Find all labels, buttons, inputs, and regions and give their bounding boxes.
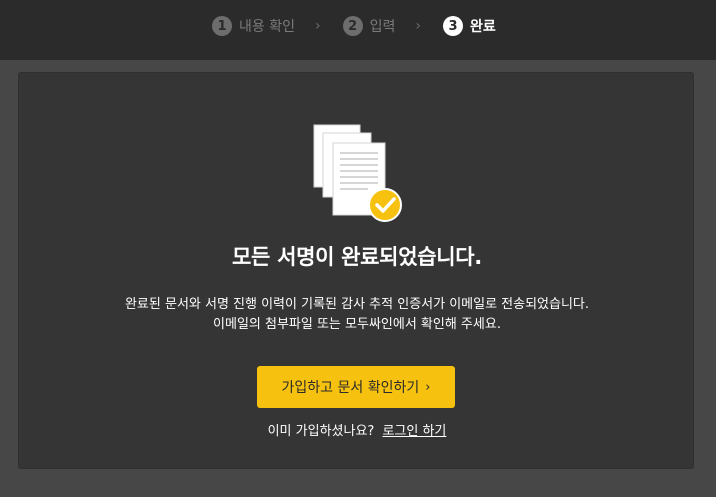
chevron-right-icon: › (415, 18, 421, 34)
chevron-right-icon: › (314, 18, 321, 34)
chevron-right-icon: › (425, 379, 431, 395)
description-line-2: 이메일의 첨부파일 또는 모두싸인에서 확인해 주세요. (213, 317, 501, 332)
step-header: 1 내용 확인 › 2 입력 › 3 완료 (0, 0, 716, 60)
page-title: 모든 서명이 완료되었습니다. (232, 245, 482, 269)
signup-button-label: 가입하고 문서 확인하기 (281, 380, 420, 396)
stepper: 1 내용 확인 › 2 입력 › 3 완료 (212, 14, 496, 38)
step-1-label: 내용 확인 (239, 19, 295, 35)
description-line-1: 완료된 문서와 서명 진행 이력이 기록된 감사 추적 인증서가 이메일로 전송… (124, 297, 590, 312)
completion-card: 모든 서명이 완료되었습니다. 완료된 문서와 서명 진행 이력이 기록된 감사… (18, 72, 694, 469)
step-3: 3 완료 (442, 16, 496, 36)
login-link[interactable]: 로그인 하기 (382, 424, 446, 439)
step-1: 1 내용 확인 (212, 16, 295, 36)
already-member-text: 이미 가입하셨나요? (267, 424, 375, 439)
step-2: 2 입력 (342, 16, 396, 36)
completion-description: 완료된 문서와 서명 진행 이력이 기록된 감사 추적 인증서가 이메일로 전송… (19, 295, 695, 335)
step-1-number: 1 (212, 16, 232, 36)
login-prompt: 이미 가입하셨나요? 로그인 하기 (19, 420, 695, 439)
step-2-number: 2 (342, 16, 363, 36)
step-3-label: 완료 (469, 19, 496, 35)
signup-check-document-button[interactable]: 가입하고 문서 확인하기 › (257, 366, 455, 408)
step-2-label: 입력 (369, 19, 396, 35)
step-3-number: 3 (442, 16, 463, 36)
documents-complete-icon (313, 124, 402, 222)
